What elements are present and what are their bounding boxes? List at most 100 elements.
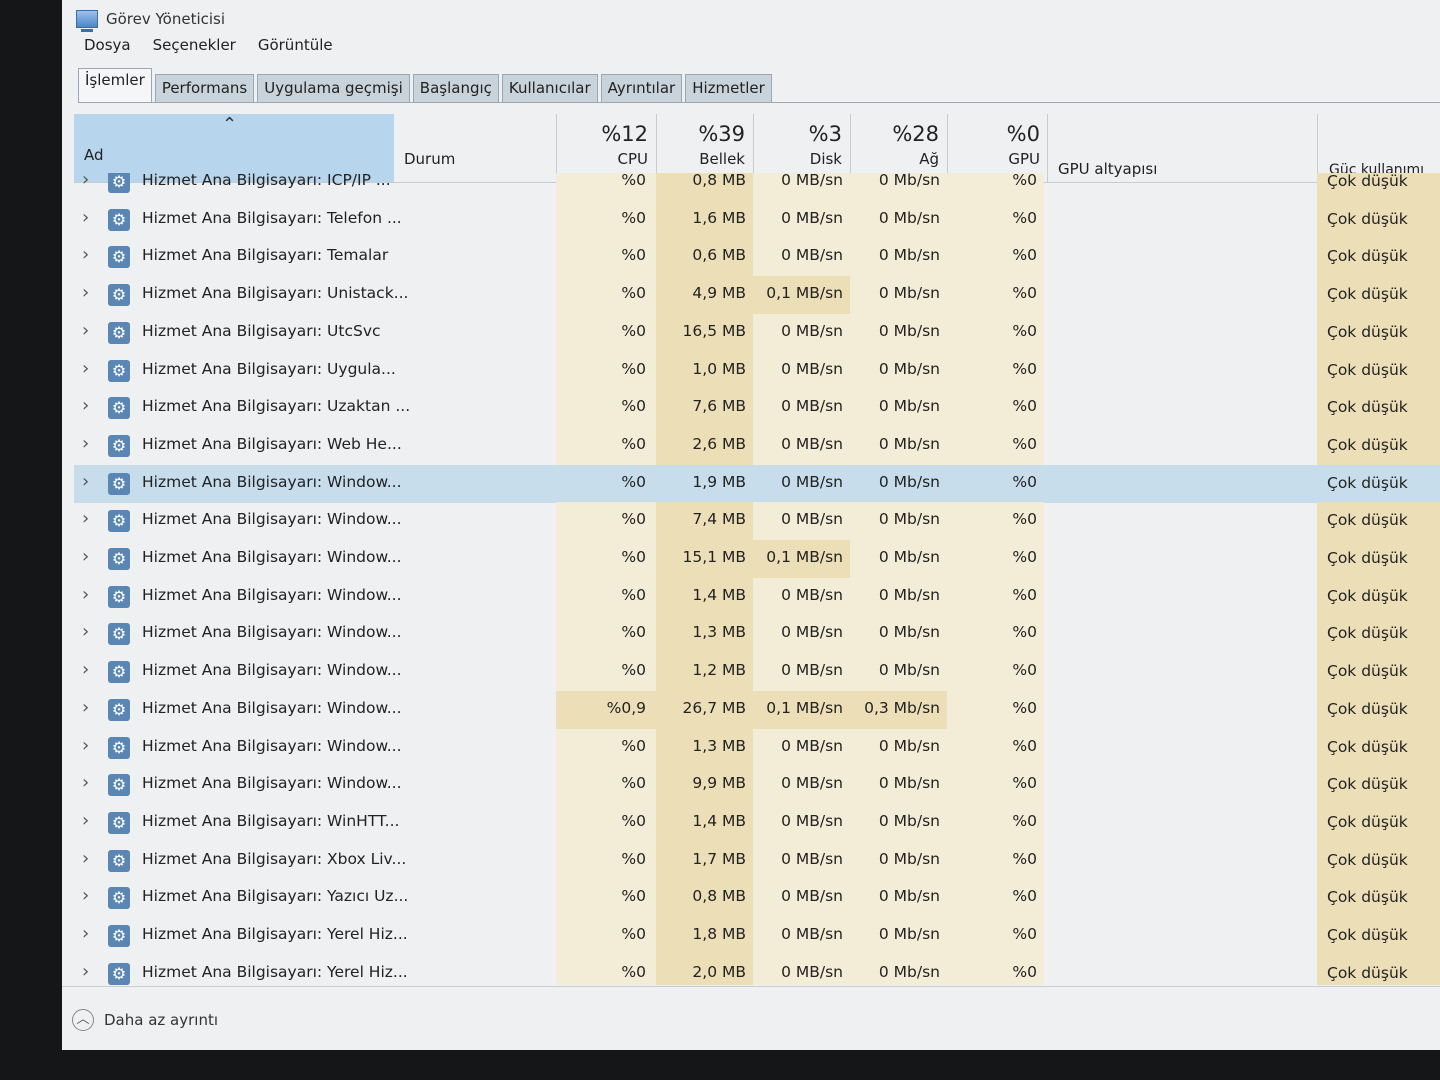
process-row[interactable]: › ⚙ Hizmet Ana Bilgisayarı: WinHTT... %0 1,4… bbox=[74, 803, 1440, 842]
process-name: Hizmet Ana Bilgisayarı: Xbox Liv... bbox=[142, 849, 407, 868]
expand-chevron-icon[interactable]: › bbox=[82, 320, 89, 341]
tab-users[interactable]: Kullanıcılar bbox=[501, 74, 598, 102]
gpu-cell: %0 bbox=[1012, 284, 1037, 303]
cpu-cell: %0,9 bbox=[606, 698, 646, 717]
process-row[interactable]: › ⚙ Hizmet Ana Bilgisayarı: Unistack... %0 4… bbox=[74, 276, 1440, 315]
process-row[interactable]: › ⚙ Hizmet Ana Bilgisayarı: Window... %0 1,2… bbox=[74, 653, 1440, 692]
expand-chevron-icon[interactable]: › bbox=[82, 471, 89, 492]
disk-cell: 0,1 MB/sn bbox=[766, 698, 843, 717]
expand-chevron-icon[interactable]: › bbox=[82, 810, 89, 831]
network-cell: 0 Mb/sn bbox=[878, 397, 940, 416]
expand-chevron-icon[interactable]: › bbox=[82, 697, 89, 718]
process-row[interactable]: › ⚙ Hizmet Ana Bilgisayarı: Window... %0 7,4… bbox=[74, 502, 1440, 541]
tab-details[interactable]: Ayrıntılar bbox=[600, 74, 683, 102]
power-usage-cell: Çok düşük bbox=[1327, 888, 1408, 907]
power-usage-cell: Çok düşük bbox=[1327, 285, 1408, 304]
process-row[interactable]: › ⚙ Hizmet Ana Bilgisayarı: UtcSvc %0 16,5 M… bbox=[74, 313, 1440, 352]
process-row[interactable]: › ⚙ Hizmet Ana Bilgisayarı: Temalar %0 0,6 M… bbox=[74, 238, 1440, 277]
expand-chevron-icon[interactable]: › bbox=[82, 282, 89, 303]
expand-chevron-icon[interactable]: › bbox=[82, 508, 89, 529]
cpu-cell: %0 bbox=[621, 208, 646, 227]
power-usage-cell: Çok düşük bbox=[1327, 398, 1408, 417]
cpu-cell: %0 bbox=[621, 321, 646, 340]
process-row[interactable]: › ⚙ Hizmet Ana Bilgisayarı: Window... %0 1,4… bbox=[74, 577, 1440, 616]
expand-chevron-icon[interactable]: › bbox=[82, 621, 89, 642]
power-usage-cell: Çok düşük bbox=[1327, 549, 1408, 567]
cpu-cell: %0 bbox=[621, 510, 646, 529]
expand-chevron-icon[interactable]: › bbox=[82, 244, 89, 265]
expand-chevron-icon[interactable]: › bbox=[82, 173, 89, 190]
memory-cell: 2,6 MB bbox=[692, 434, 746, 453]
task-manager-window: Görev Yöneticisi Dosya Seçenekler Görünt… bbox=[62, 0, 1440, 1050]
expand-chevron-icon[interactable]: › bbox=[82, 358, 89, 379]
process-name: Hizmet Ana Bilgisayarı: Web He... bbox=[142, 434, 402, 453]
tab-performance[interactable]: Performans bbox=[154, 74, 255, 102]
gpu-cell: %0 bbox=[1012, 397, 1037, 416]
column-divider[interactable] bbox=[1317, 114, 1318, 182]
process-row[interactable]: › ⚙ Hizmet Ana Bilgisayarı: Yazıcı Uz... %0… bbox=[74, 879, 1440, 918]
process-row[interactable]: › ⚙ Hizmet Ana Bilgisayarı: Window... %0,9 2… bbox=[74, 690, 1440, 729]
expand-chevron-icon[interactable]: › bbox=[82, 848, 89, 869]
tab-startup[interactable]: Başlangıç bbox=[412, 74, 499, 102]
gpu-cell: %0 bbox=[1012, 811, 1037, 830]
process-row[interactable]: › ⚙ Hizmet Ana Bilgisayarı: Window... %0 1,9… bbox=[74, 464, 1440, 503]
power-usage-cell: Çok düşük bbox=[1327, 624, 1408, 643]
cpu-cell: %0 bbox=[621, 661, 646, 680]
tab-processes[interactable]: İşlemler bbox=[78, 68, 152, 102]
collapse-up-icon[interactable]: ︿ bbox=[72, 1009, 94, 1031]
fewer-details-link[interactable]: Daha az ayrıntı bbox=[104, 1011, 218, 1029]
process-row[interactable]: › ⚙ Hizmet Ana Bilgisayarı: Uygula... %0 1,0… bbox=[74, 351, 1440, 390]
sort-ascending-icon: ⌃ bbox=[222, 114, 238, 135]
process-name: Hizmet Ana Bilgisayarı: Window... bbox=[142, 510, 402, 529]
process-row[interactable]: › ⚙ Hizmet Ana Bilgisayarı: Xbox Liv... %0 1… bbox=[74, 841, 1440, 880]
disk-cell: 0 MB/sn bbox=[781, 321, 843, 340]
column-divider[interactable] bbox=[1047, 114, 1048, 182]
expand-chevron-icon[interactable]: › bbox=[82, 885, 89, 906]
process-name: Hizmet Ana Bilgisayarı: Yerel Hiz... bbox=[142, 962, 408, 981]
power-usage-cell: Çok düşük bbox=[1327, 435, 1408, 454]
expand-chevron-icon[interactable]: › bbox=[82, 961, 89, 982]
expand-chevron-icon[interactable]: › bbox=[82, 923, 89, 944]
process-row[interactable]: › ⚙ Hizmet Ana Bilgisayarı: Window... %0 9,9… bbox=[74, 766, 1440, 805]
process-row[interactable]: › ⚙ Hizmet Ana Bilgisayarı: Window... %0 1,3… bbox=[74, 728, 1440, 767]
process-row[interactable]: › ⚙ Hizmet Ana Bilgisayarı: Window... %0 15,… bbox=[74, 540, 1440, 578]
expand-chevron-icon[interactable]: › bbox=[82, 207, 89, 228]
network-cell: 0 Mb/sn bbox=[878, 585, 940, 604]
service-gear-icon: ⚙ bbox=[108, 774, 130, 797]
service-gear-icon: ⚙ bbox=[108, 811, 130, 834]
menu-options[interactable]: Seçenekler bbox=[153, 36, 236, 62]
process-row[interactable]: › ⚙ Hizmet Ana Bilgisayarı: Telefon ... %0 1… bbox=[74, 200, 1440, 239]
process-name: Hizmet Ana Bilgisayarı: UtcSvc bbox=[142, 321, 381, 340]
expand-chevron-icon[interactable]: › bbox=[82, 659, 89, 680]
process-row[interactable]: › ⚙ Hizmet Ana Bilgisayarı: ICP/IP ... %0 0,… bbox=[74, 173, 1440, 201]
process-row[interactable]: › ⚙ Hizmet Ana Bilgisayarı: Yerel Hiz... %0… bbox=[74, 954, 1440, 985]
expand-chevron-icon[interactable]: › bbox=[82, 772, 89, 793]
tab-app-history[interactable]: Uygulama geçmişi bbox=[257, 74, 410, 102]
expand-chevron-icon[interactable]: › bbox=[82, 584, 89, 605]
process-row[interactable]: › ⚙ Hizmet Ana Bilgisayarı: Window... %0 1,3… bbox=[74, 615, 1440, 654]
cpu-cell: %0 bbox=[621, 284, 646, 303]
process-row[interactable]: › ⚙ Hizmet Ana Bilgisayarı: Yerel Hiz... %0… bbox=[74, 917, 1440, 955]
column-header-name[interactable]: ⌃ Ad bbox=[74, 114, 394, 182]
cpu-cell: %0 bbox=[621, 246, 646, 265]
tab-services[interactable]: Hizmetler bbox=[685, 74, 772, 102]
process-row[interactable]: › ⚙ Hizmet Ana Bilgisayarı: Uzaktan ... %0 7… bbox=[74, 389, 1440, 428]
memory-total: %39 bbox=[698, 122, 745, 146]
cpu-cell: %0 bbox=[621, 397, 646, 416]
gpu-cell: %0 bbox=[1012, 321, 1037, 340]
expand-chevron-icon[interactable]: › bbox=[82, 546, 89, 567]
power-usage-cell: Çok düşük bbox=[1327, 963, 1408, 982]
menu-file[interactable]: Dosya bbox=[84, 36, 131, 62]
expand-chevron-icon[interactable]: › bbox=[82, 735, 89, 756]
expand-chevron-icon[interactable]: › bbox=[82, 433, 89, 454]
network-cell: 0 Mb/sn bbox=[878, 208, 940, 227]
service-gear-icon: ⚙ bbox=[108, 246, 130, 269]
menu-view[interactable]: Görüntüle bbox=[258, 36, 333, 62]
gpu-cell: %0 bbox=[1012, 698, 1037, 717]
expand-chevron-icon[interactable]: › bbox=[82, 395, 89, 416]
power-usage-cell: Çok düşük bbox=[1327, 360, 1408, 379]
process-row[interactable]: › ⚙ Hizmet Ana Bilgisayarı: Web He... %0 2,6… bbox=[74, 426, 1440, 465]
gpu-cell: %0 bbox=[1012, 208, 1037, 227]
column-header-status[interactable]: Durum bbox=[404, 150, 455, 168]
process-name: Hizmet Ana Bilgisayarı: Window... bbox=[142, 736, 402, 755]
